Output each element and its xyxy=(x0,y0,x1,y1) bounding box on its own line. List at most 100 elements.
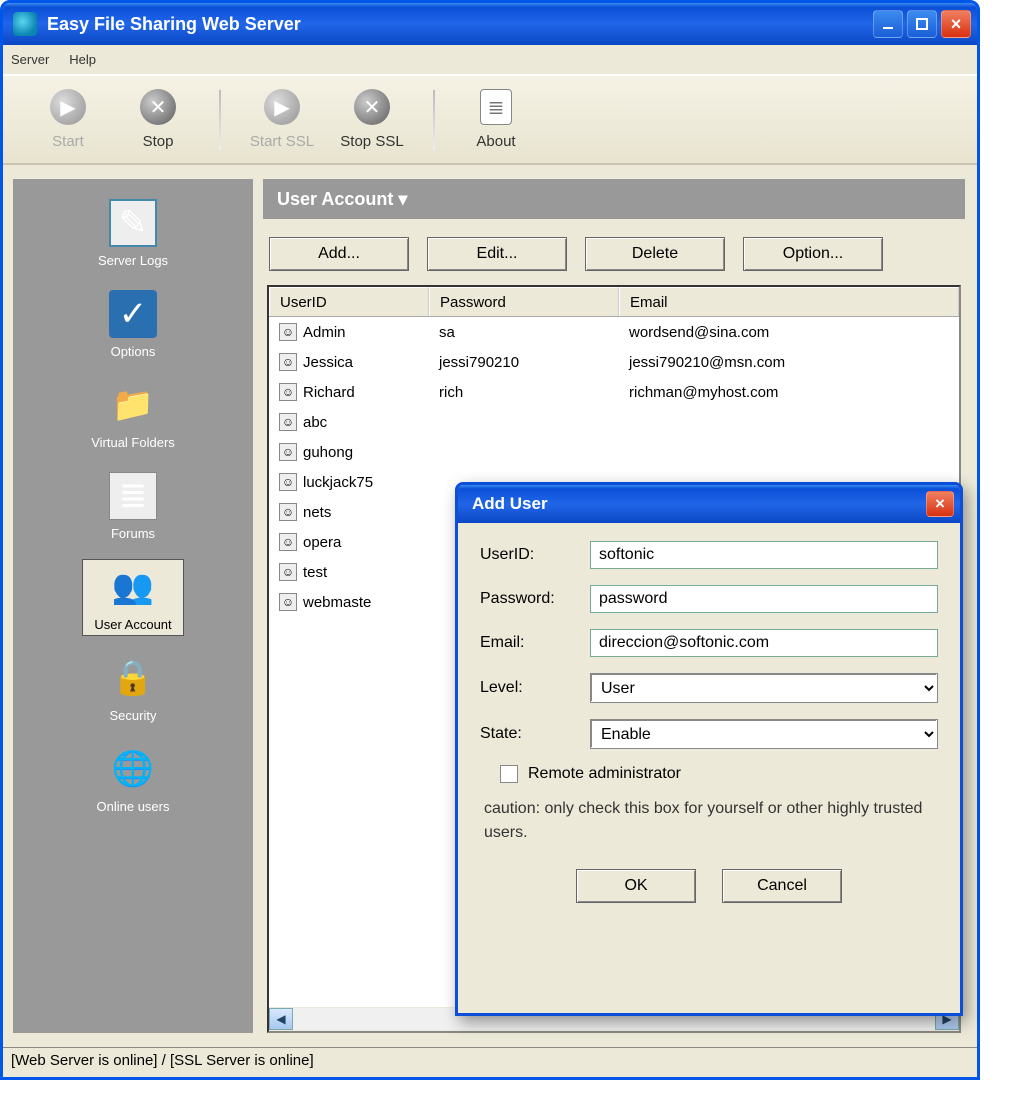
play-icon: ▶ xyxy=(50,89,86,125)
cell-email: wordsend@sina.com xyxy=(619,320,959,345)
level-select[interactable]: User xyxy=(590,673,938,703)
cell-userid: nets xyxy=(303,504,331,521)
start-ssl-button[interactable]: ▶ Start SSL xyxy=(237,89,327,150)
maximize-icon xyxy=(915,17,929,31)
level-label: Level: xyxy=(480,679,590,697)
stop-button[interactable]: ✕ Stop xyxy=(113,89,203,150)
cell-userid: luckjack75 xyxy=(303,474,373,491)
cancel-button[interactable]: Cancel xyxy=(722,869,842,903)
sidebar-item-user-account[interactable]: 👥 User Account xyxy=(82,559,183,636)
stop-icon: ✕ xyxy=(140,89,176,125)
status-bar: [Web Server is online] / [SSL Server is … xyxy=(3,1047,977,1077)
sidebar-item-online-users[interactable]: 🌐 Online users xyxy=(85,741,182,818)
password-field[interactable] xyxy=(590,585,938,613)
close-button[interactable]: × xyxy=(941,10,971,38)
panel-title: User Account xyxy=(277,189,393,210)
sidebar-item-server-logs[interactable]: ✎ Server Logs xyxy=(86,195,180,272)
cell-password xyxy=(429,448,619,456)
start-button[interactable]: ▶ Start xyxy=(23,89,113,150)
person-icon: ☺ xyxy=(279,323,297,341)
toolbar: ▶ Start ✕ Stop ▶ Start SSL ✕ Stop SSL ≣ … xyxy=(3,75,977,165)
dialog-close-button[interactable]: × xyxy=(926,491,954,517)
close-icon: × xyxy=(935,494,945,514)
add-button[interactable]: Add... xyxy=(269,237,409,271)
state-label: State: xyxy=(480,725,590,743)
panel-header[interactable]: User Account ▾ xyxy=(263,179,965,219)
cell-password xyxy=(429,418,619,426)
sidebar-item-label: Virtual Folders xyxy=(91,435,175,450)
maximize-button[interactable] xyxy=(907,10,937,38)
menu-help[interactable]: Help xyxy=(69,52,96,67)
table-row[interactable]: ☺ guhong xyxy=(269,437,959,467)
sidebar-item-label: Server Logs xyxy=(98,253,168,268)
sidebar-item-options[interactable]: ✓ Options xyxy=(97,286,169,363)
scroll-left-icon[interactable]: ◀ xyxy=(269,1008,293,1030)
delete-button[interactable]: Delete xyxy=(585,237,725,271)
userid-field[interactable] xyxy=(590,541,938,569)
table-row[interactable]: ☺Adminsawordsend@sina.com xyxy=(269,317,959,347)
cell-userid: guhong xyxy=(303,444,353,461)
title-bar: Easy File Sharing Web Server × xyxy=(3,3,977,45)
person-icon: ☺ xyxy=(279,473,297,491)
menu-server[interactable]: Server xyxy=(11,52,49,67)
lock-icon: 🔒 xyxy=(109,654,157,702)
sidebar-item-label: Security xyxy=(110,708,157,723)
cell-email: richman@myhost.com xyxy=(619,380,959,405)
remote-admin-checkbox[interactable] xyxy=(500,765,518,783)
menu-bar: Server Help xyxy=(3,45,977,75)
person-icon: ☺ xyxy=(279,353,297,371)
cell-userid: opera xyxy=(303,534,341,551)
cell-userid: Jessica xyxy=(303,354,353,371)
table-row[interactable]: ☺ Jessica jessi790210jessi790210@msn.com xyxy=(269,347,959,377)
sidebar-item-virtual-folders[interactable]: 📁 Virtual Folders xyxy=(79,377,187,454)
list-header: UserID Password Email xyxy=(269,287,959,317)
about-button[interactable]: ≣ About xyxy=(451,89,541,150)
toolbar-separator xyxy=(433,90,435,150)
person-icon: ☺ xyxy=(279,593,297,611)
table-row[interactable]: ☺ Richard richrichman@myhost.com xyxy=(269,377,959,407)
email-label: Email: xyxy=(480,634,590,652)
cell-userid: abc xyxy=(303,414,327,431)
person-icon: ☺ xyxy=(279,383,297,401)
cell-password: jessi790210 xyxy=(429,350,619,375)
chevron-down-icon: ▾ xyxy=(393,189,407,210)
folder-icon: 📁 xyxy=(109,381,157,429)
sidebar-item-label: Options xyxy=(111,344,156,359)
edit-button[interactable]: Edit... xyxy=(427,237,567,271)
ok-button[interactable]: OK xyxy=(576,869,696,903)
stop-ssl-button[interactable]: ✕ Stop SSL xyxy=(327,89,417,150)
state-select[interactable]: Enable xyxy=(590,719,938,749)
sidebar-item-forums[interactable]: ≣ Forums xyxy=(97,468,169,545)
password-label: Password: xyxy=(480,590,590,608)
minimize-icon xyxy=(881,17,895,31)
sidebar-item-security[interactable]: 🔒 Security xyxy=(97,650,169,727)
cell-email: jessi790210@msn.com xyxy=(619,350,959,375)
online-users-icon: 🌐 xyxy=(109,745,157,793)
person-icon: ☺ xyxy=(279,563,297,581)
dialog-title-bar: Add User × xyxy=(458,485,960,523)
toolbar-separator xyxy=(219,90,221,150)
sidebar-item-label: User Account xyxy=(94,617,171,632)
cell-userid: Richard xyxy=(303,384,355,401)
person-icon: ☺ xyxy=(279,413,297,431)
col-email[interactable]: Email xyxy=(619,287,959,316)
option-button[interactable]: Option... xyxy=(743,237,883,271)
cell-password: rich xyxy=(429,380,619,405)
cell-userid: webmaste xyxy=(303,594,371,611)
userid-label: UserID: xyxy=(480,546,590,564)
document-icon: ≣ xyxy=(480,89,512,125)
person-icon: ☺ xyxy=(279,443,297,461)
app-icon xyxy=(13,12,37,36)
col-password[interactable]: Password xyxy=(429,287,619,316)
remote-admin-label: Remote administrator xyxy=(528,765,681,783)
cell-userid: test xyxy=(303,564,327,581)
dialog-title: Add User xyxy=(472,494,548,514)
col-userid[interactable]: UserID xyxy=(269,287,429,316)
minimize-button[interactable] xyxy=(873,10,903,38)
users-icon: 👥 xyxy=(109,563,157,611)
person-icon: ☺ xyxy=(279,503,297,521)
table-row[interactable]: ☺ abc xyxy=(269,407,959,437)
window-title: Easy File Sharing Web Server xyxy=(47,14,301,35)
stop-icon: ✕ xyxy=(354,89,390,125)
email-field[interactable] xyxy=(590,629,938,657)
